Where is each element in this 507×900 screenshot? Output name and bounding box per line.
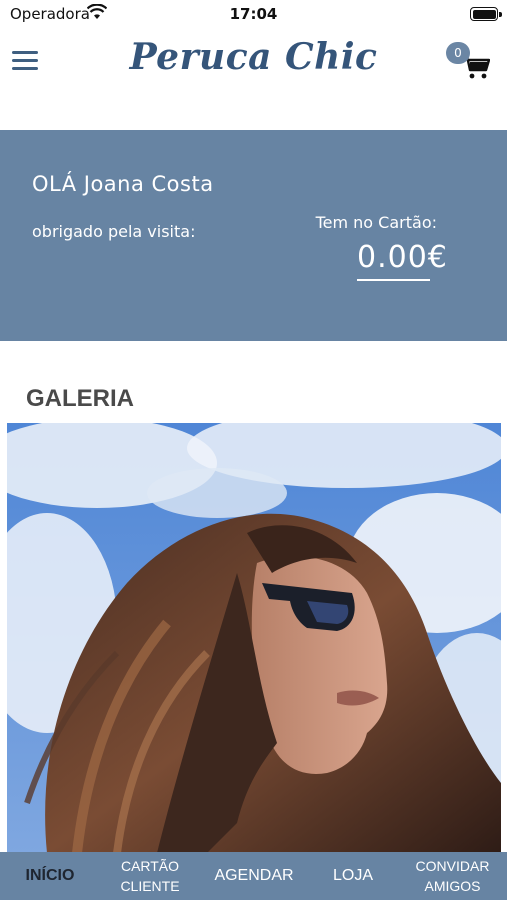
cart-count-badge: 0: [446, 42, 470, 64]
cart-button[interactable]: 0: [442, 40, 492, 82]
battery-icon: [470, 7, 502, 21]
nav-agendar[interactable]: AGENDAR: [200, 852, 308, 900]
nav-cartao-label-line2: CLIENTE: [120, 878, 180, 894]
status-bar: Operadora 17:04: [0, 0, 507, 28]
gallery-photo[interactable]: [7, 423, 501, 853]
bottom-nav: INÍCIO CARTÃO CLIENTE AGENDAR LOJA CONVI…: [0, 852, 507, 900]
card-balance-label: Tem no Cartão:: [315, 213, 437, 232]
balance-underline: [357, 279, 430, 281]
nav-cartao-cliente[interactable]: CARTÃO CLIENTE: [100, 852, 200, 900]
greeting-panel: OLÁ Joana Costa obrigado pela visita: Te…: [0, 130, 507, 341]
nav-convidar-amigos[interactable]: CONVIDAR AMIGOS: [398, 852, 507, 900]
nav-agendar-label: AGENDAR: [214, 867, 294, 884]
brand-logo: Peruca Chic: [129, 36, 378, 78]
gallery-title: GALERIA: [26, 385, 134, 412]
nav-cartao-label-line1: CARTÃO: [120, 858, 180, 874]
visit-thanks-text: obrigado pela visita:: [32, 222, 196, 241]
nav-convidar-label-line1: CONVIDAR: [415, 858, 490, 874]
nav-convidar-label-line2: AMIGOS: [424, 878, 481, 894]
status-time: 17:04: [229, 5, 278, 23]
nav-inicio[interactable]: INÍCIO: [0, 852, 100, 900]
card-balance-value: 0.00€: [357, 240, 448, 275]
nav-loja-label: LOJA: [332, 867, 373, 884]
nav-loja[interactable]: LOJA: [308, 852, 398, 900]
user-greeting: OLÁ Joana Costa: [32, 172, 214, 196]
app-header: Peruca Chic 0: [0, 28, 507, 128]
nav-inicio-label: INÍCIO: [25, 867, 75, 884]
